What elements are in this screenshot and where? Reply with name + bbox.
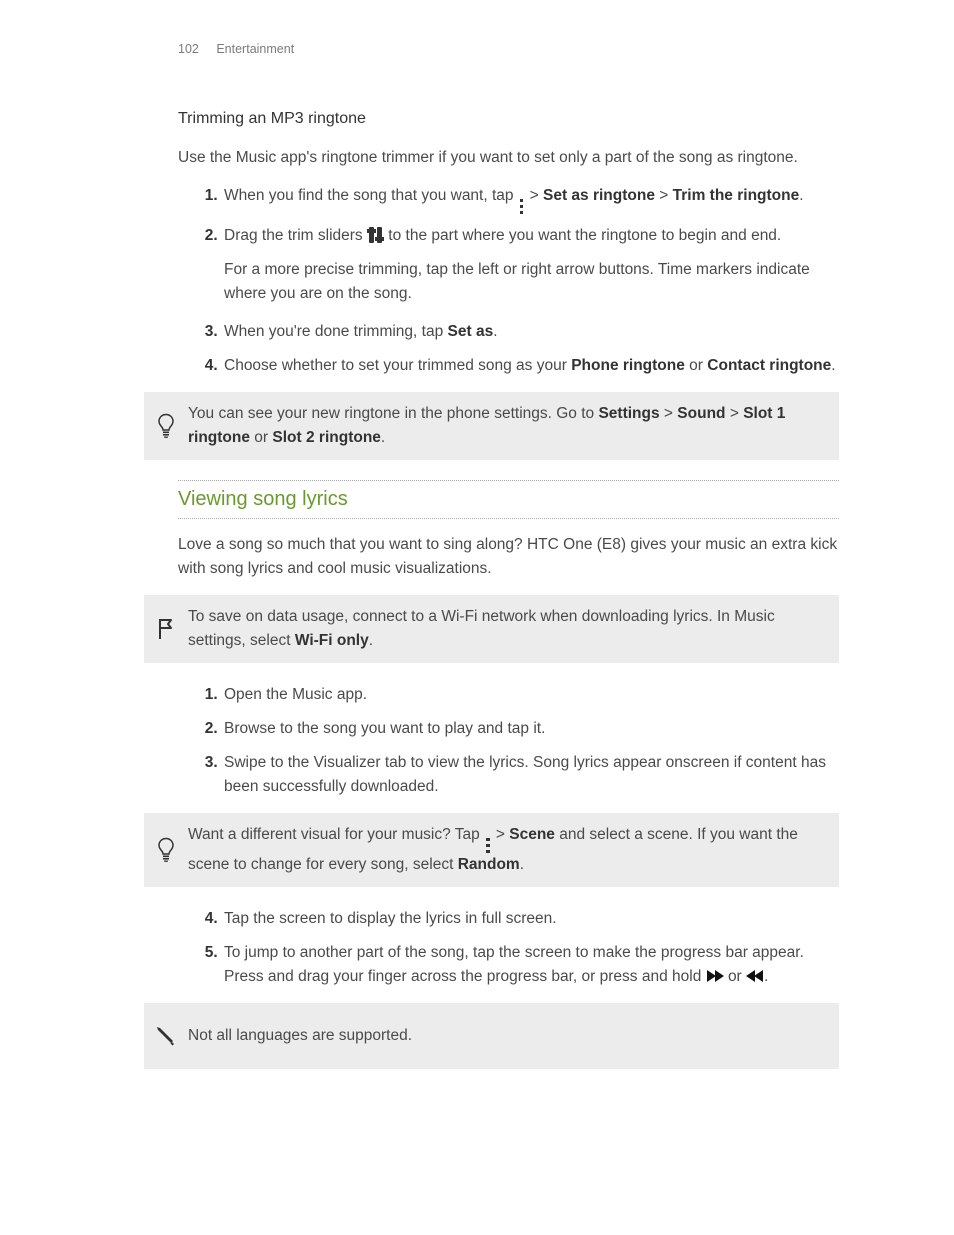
lyrics-step-5: To jump to another part of the song, tap… xyxy=(222,941,839,989)
note-text: Not all languages are supported. xyxy=(188,1024,825,1048)
fast-forward-icon xyxy=(707,970,723,982)
lyrics-intro: Love a song so much that you want to sin… xyxy=(178,533,839,581)
trim-step-4: Choose whether to set your trimmed song … xyxy=(222,354,839,378)
page-number: 102 xyxy=(178,42,199,56)
trim-step-2: Drag the trim sliders to the part where … xyxy=(222,224,839,306)
trim-intro: Use the Music app's ringtone trimmer if … xyxy=(178,146,839,170)
lightbulb-icon xyxy=(144,837,188,863)
lyrics-step-4: Tap the screen to display the lyrics in … xyxy=(222,907,839,931)
manual-page: 102 Entertainment Trimming an MP3 ringto… xyxy=(0,0,954,1149)
overflow-menu-icon xyxy=(486,838,490,854)
trim-step-1: When you find the song that you want, ta… xyxy=(222,184,839,214)
trim-step-2-note: For a more precise trimming, tap the lef… xyxy=(224,258,839,306)
running-header: 102 Entertainment xyxy=(178,40,839,59)
trim-steps: When you find the song that you want, ta… xyxy=(178,184,839,378)
note-callout-languages: Not all languages are supported. xyxy=(144,1003,839,1069)
lyrics-step-1: Open the Music app. xyxy=(222,683,839,707)
lyrics-step-2: Browse to the song you want to play and … xyxy=(222,717,839,741)
tip-callout-scene: Want a different visual for your music? … xyxy=(144,813,839,887)
lyrics-steps-b: Tap the screen to display the lyrics in … xyxy=(178,907,839,989)
rewind-icon xyxy=(747,970,763,982)
lightbulb-icon xyxy=(144,413,188,439)
lyrics-heading: Viewing song lyrics xyxy=(178,480,839,519)
body-column: Trimming an MP3 ringtone Use the Music a… xyxy=(178,107,839,1069)
section-name: Entertainment xyxy=(216,42,294,56)
trim-step-3: When you're done trimming, tap Set as. xyxy=(222,320,839,344)
lyrics-steps-a: Open the Music app. Browse to the song y… xyxy=(178,683,839,799)
pen-icon xyxy=(144,1023,188,1049)
trim-sliders-icon xyxy=(369,227,382,243)
flag-callout-wifi: To save on data usage, connect to a Wi-F… xyxy=(144,595,839,663)
lyrics-step-3: Swipe to the Visualizer tab to view the … xyxy=(222,751,839,799)
overflow-menu-icon xyxy=(520,199,524,215)
tip-callout-ringtone: You can see your new ringtone in the pho… xyxy=(144,392,839,460)
trim-heading: Trimming an MP3 ringtone xyxy=(178,107,839,132)
flag-icon xyxy=(144,617,188,641)
